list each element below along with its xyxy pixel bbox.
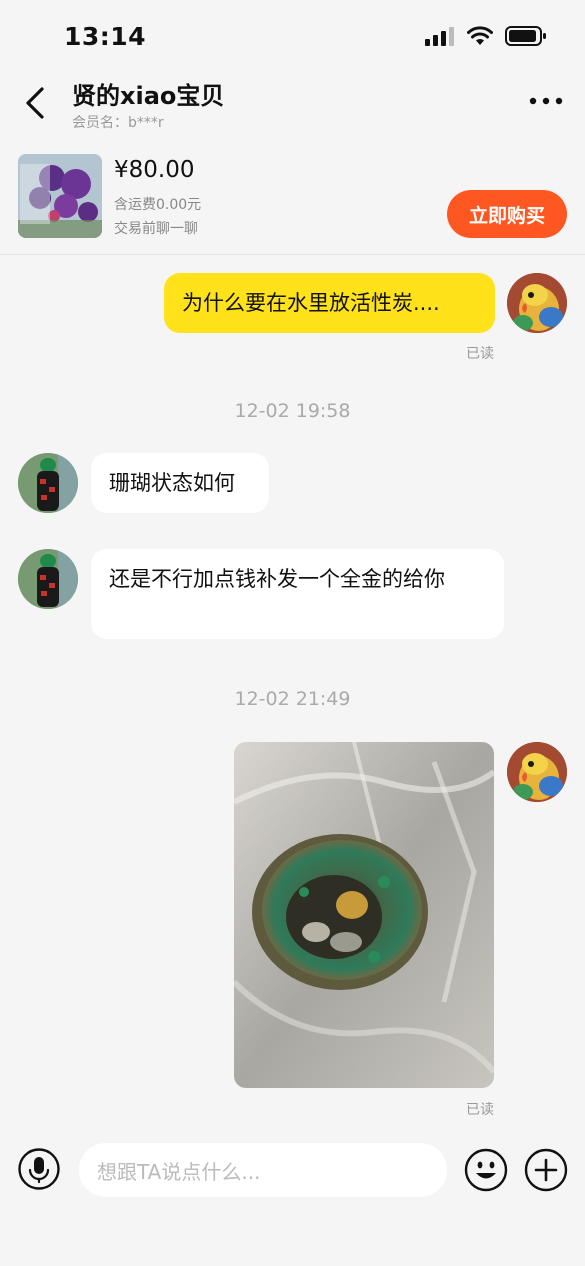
product-thumbnail[interactable] — [18, 154, 102, 238]
product-note: 交易前聊一聊 — [114, 221, 198, 237]
message-text: 为什么要在水里放活性炭.... — [182, 291, 440, 315]
contact-avatar[interactable] — [18, 453, 78, 513]
read-receipt: 已读 — [466, 346, 494, 362]
my-avatar[interactable] — [507, 742, 567, 802]
contact-message-bubble[interactable]: 还是不行加点钱补发一个全金的给你 — [91, 549, 504, 639]
status-icons — [425, 26, 547, 46]
timestamp: 12-02 21:49 — [234, 688, 351, 710]
my-message-bubble[interactable]: 为什么要在水里放活性炭.... — [164, 273, 495, 333]
contact-avatar[interactable] — [18, 549, 78, 609]
status-time: 13:14 — [64, 22, 147, 51]
wifi-icon — [467, 26, 493, 45]
battery-icon — [505, 26, 546, 46]
message-input[interactable]: 想跟TA说点什么... — [79, 1143, 447, 1197]
back-arrow-icon[interactable] — [22, 86, 50, 120]
message-text: 珊瑚状态如何 — [109, 471, 235, 495]
sent-photo[interactable] — [234, 742, 494, 1088]
more-options-icon[interactable] — [529, 94, 563, 108]
read-receipt: 已读 — [466, 1102, 494, 1118]
member-name: 会员名：b***r — [72, 115, 164, 131]
message-text: 还是不行加点钱补发一个全金的给你 — [109, 567, 445, 591]
more-actions-plus-icon[interactable] — [524, 1148, 568, 1192]
chat-title[interactable]: 贤的xiao宝贝 — [72, 76, 224, 111]
timestamp: 12-02 19:58 — [234, 400, 351, 422]
shipping-fee: 含运费0.00元 — [114, 197, 202, 213]
product-price: ¥80.00 — [114, 157, 195, 183]
buy-now-button[interactable]: 立即购买 — [447, 190, 567, 238]
cellular-signal-icon — [425, 27, 454, 46]
message-input-placeholder: 想跟TA说点什么... — [97, 1159, 261, 1184]
header-divider — [0, 254, 585, 255]
emoji-icon[interactable] — [464, 1148, 508, 1192]
contact-message-bubble[interactable]: 珊瑚状态如何 — [91, 453, 269, 513]
voice-input-icon[interactable] — [18, 1148, 60, 1190]
my-avatar[interactable] — [507, 273, 567, 333]
